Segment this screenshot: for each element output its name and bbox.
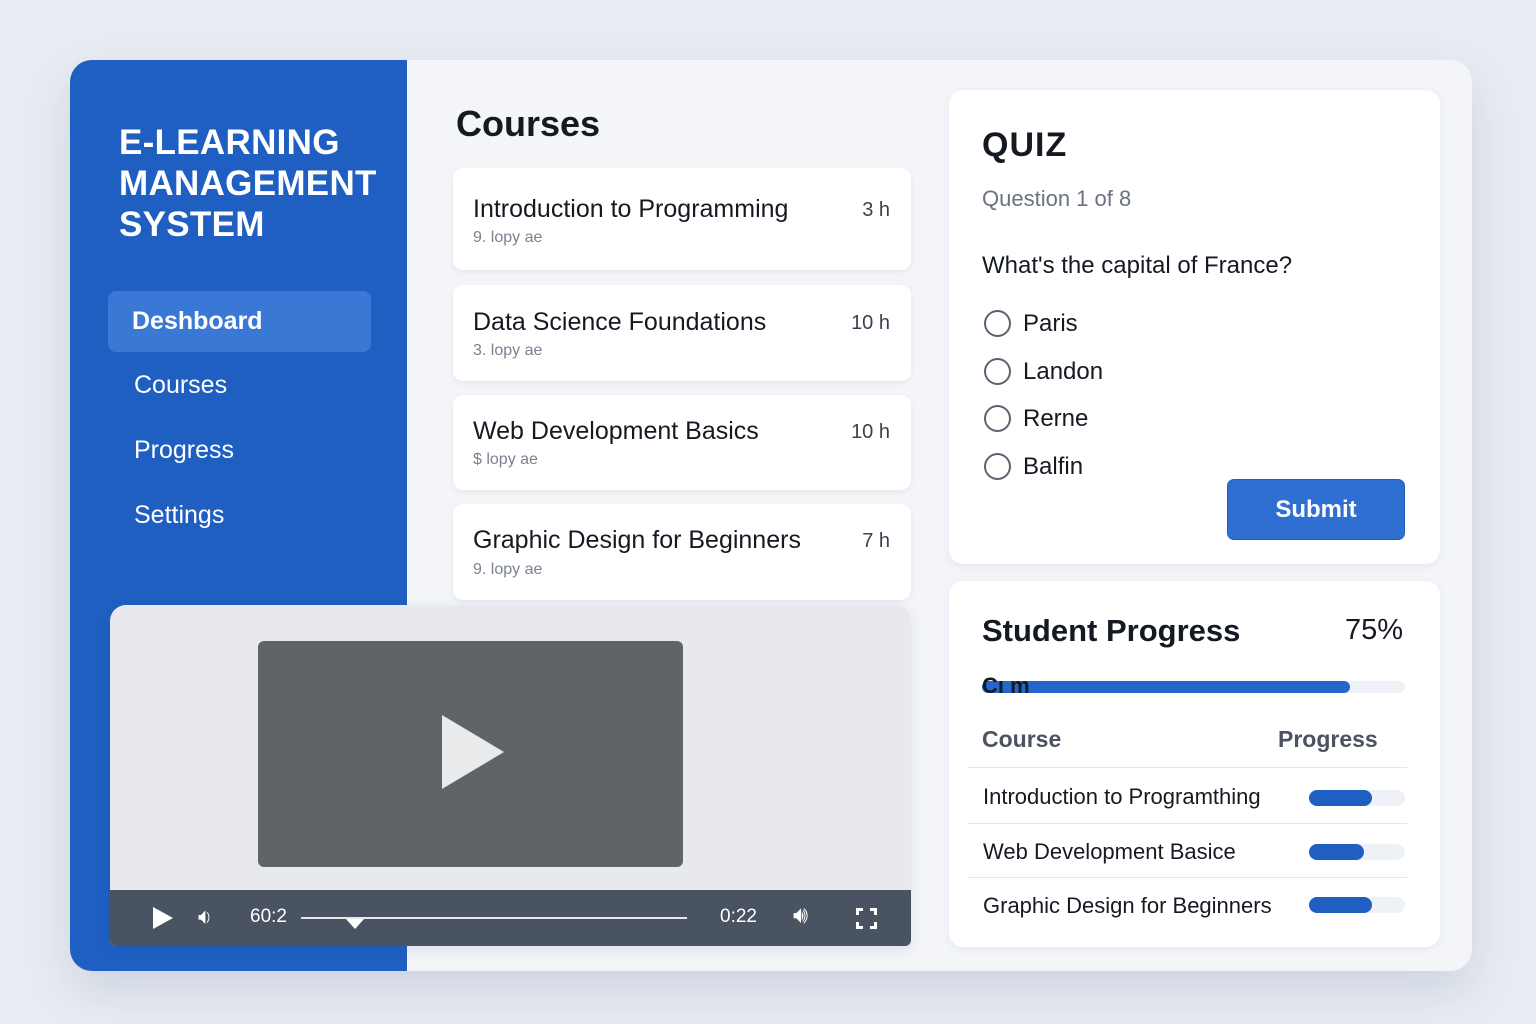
progress-row-course: Web Development Basice bbox=[983, 839, 1236, 864]
course-card[interactable]: Introduction to Programming 3 h 9. lopy … bbox=[453, 168, 911, 270]
course-name: Web Development Basics bbox=[473, 417, 759, 445]
volume-icon[interactable]: 🔉︎ bbox=[198, 904, 212, 930]
progress-title: Student Progress bbox=[982, 613, 1241, 648]
progress-row-bar bbox=[1309, 844, 1405, 860]
video-screen[interactable] bbox=[258, 641, 683, 867]
option-label: Balfin bbox=[1023, 453, 1084, 480]
radio-button[interactable] bbox=[984, 453, 1011, 480]
radio-button[interactable] bbox=[984, 310, 1011, 337]
sidebar-item-settings[interactable]: Settings bbox=[108, 485, 371, 546]
course-card[interactable]: Web Development Basics 10 h $ lopy ae bbox=[453, 395, 911, 490]
volume-high-icon[interactable]: 🔊︎ bbox=[793, 902, 808, 930]
column-header-course: Course bbox=[982, 726, 1062, 752]
courses-heading: Courses bbox=[456, 103, 601, 144]
duration: 0:22 bbox=[720, 906, 757, 927]
quiz-title: QUIZ bbox=[982, 126, 1068, 164]
quiz-question: What's the capital of France? bbox=[982, 252, 1293, 279]
progress-percent: 75% bbox=[1344, 614, 1403, 646]
question-counter: Question 1 of 8 bbox=[982, 186, 1132, 211]
course-card[interactable]: Graphic Design for Beginners 7 h 9. lopy… bbox=[453, 504, 911, 600]
sidebar-item-courses[interactable]: Courses bbox=[108, 355, 371, 416]
divider bbox=[968, 767, 1407, 768]
sidebar-item-dashboard[interactable]: Deshboard bbox=[108, 291, 371, 352]
app-window: E-LEARNING MANAGEMENT SYSTEM Deshboard C… bbox=[70, 60, 1472, 971]
progress-bar-label: Cı m bbox=[982, 673, 1030, 698]
fullscreen-icon[interactable] bbox=[856, 908, 877, 929]
seek-handle[interactable] bbox=[346, 919, 365, 929]
course-name: Data Science Foundations bbox=[473, 308, 767, 336]
course-name: Introduction to Programming bbox=[473, 195, 789, 223]
submit-button[interactable]: Submit bbox=[1227, 479, 1405, 540]
course-card[interactable]: Data Science Foundations 10 h 3. lopy ae bbox=[453, 285, 911, 381]
option-label: Rerne bbox=[1023, 405, 1089, 432]
course-duration: 10 h bbox=[851, 421, 890, 443]
course-name: Graphic Design for Beginners bbox=[473, 526, 801, 554]
radio-button[interactable] bbox=[984, 358, 1011, 385]
play-icon[interactable] bbox=[153, 907, 173, 929]
course-duration: 7 h bbox=[862, 530, 890, 552]
course-subtitle: 9. lopy ae bbox=[473, 229, 543, 246]
progress-row-bar bbox=[1309, 790, 1405, 806]
overall-progress-fill bbox=[982, 681, 1350, 693]
student-progress-card: Student Progress 75% Cı m Course Progres… bbox=[949, 581, 1440, 947]
divider bbox=[968, 823, 1407, 824]
play-icon[interactable] bbox=[442, 715, 504, 789]
progress-row-course: Introduction to Programthing bbox=[983, 784, 1261, 809]
course-duration: 3 h bbox=[862, 199, 890, 221]
option-label: Paris bbox=[1023, 310, 1078, 337]
current-time: 60:2 bbox=[250, 906, 287, 927]
progress-row-bar bbox=[1309, 897, 1405, 913]
overall-progress-bar bbox=[982, 681, 1405, 693]
course-duration: 10 h bbox=[851, 312, 890, 334]
progress-row-fill bbox=[1309, 844, 1364, 860]
sidebar-item-progress[interactable]: Progress bbox=[108, 420, 371, 481]
progress-row-fill bbox=[1309, 790, 1373, 806]
course-subtitle: 9. lopy ae bbox=[473, 561, 543, 578]
video-controls: 🔉︎ 60:2 0:22 🔊︎ bbox=[110, 890, 911, 946]
divider bbox=[968, 877, 1407, 878]
progress-row-fill bbox=[1309, 897, 1373, 913]
course-subtitle: $ lopy ae bbox=[473, 451, 538, 468]
column-header-progress: Progress bbox=[1278, 726, 1378, 752]
course-subtitle: 3. lopy ae bbox=[473, 342, 543, 359]
app-brand: E-LEARNING MANAGEMENT SYSTEM bbox=[119, 123, 377, 244]
option-label: Landon bbox=[1023, 358, 1104, 385]
video-player: 🔉︎ 60:2 0:22 🔊︎ bbox=[110, 605, 911, 946]
radio-button[interactable] bbox=[984, 405, 1011, 432]
quiz-card: QUIZ Question 1 of 8 What's the capital … bbox=[949, 90, 1440, 564]
progress-row-course: Graphic Design for Beginners bbox=[983, 893, 1272, 918]
